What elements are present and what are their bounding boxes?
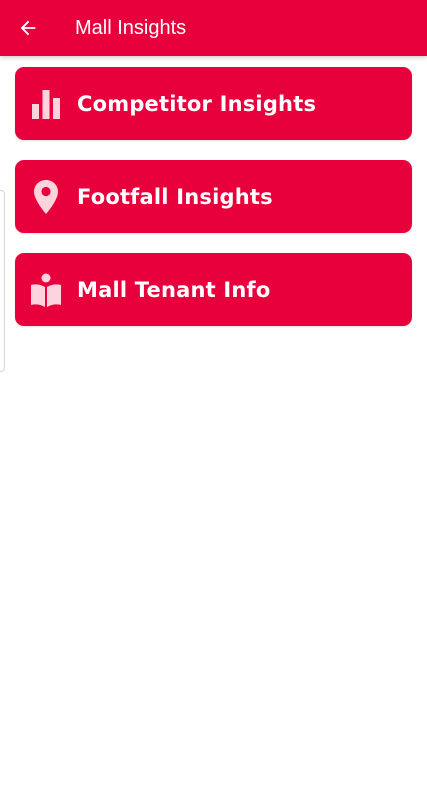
map-pin-icon: [29, 177, 63, 217]
insights-menu: Competitor Insights Footfall Insights Ma…: [15, 67, 412, 346]
side-panel-edge: [0, 190, 5, 372]
reader-book-icon: [29, 270, 63, 310]
bar-chart-icon: [29, 84, 63, 124]
arrow-left-icon: [20, 20, 36, 36]
mall-tenant-info-button[interactable]: Mall Tenant Info: [15, 253, 412, 326]
mall-tenant-info-label: Mall Tenant Info: [77, 277, 271, 302]
footfall-insights-button[interactable]: Footfall Insights: [15, 160, 412, 233]
competitor-insights-button[interactable]: Competitor Insights: [15, 67, 412, 140]
app-screen: Mall Insights Competitor Insights Footfa…: [0, 0, 427, 800]
back-button[interactable]: [0, 0, 56, 56]
page-title: Mall Insights: [75, 16, 187, 39]
footfall-insights-label: Footfall Insights: [77, 184, 273, 209]
app-bar: Mall Insights: [0, 0, 427, 56]
competitor-insights-label: Competitor Insights: [77, 91, 317, 116]
